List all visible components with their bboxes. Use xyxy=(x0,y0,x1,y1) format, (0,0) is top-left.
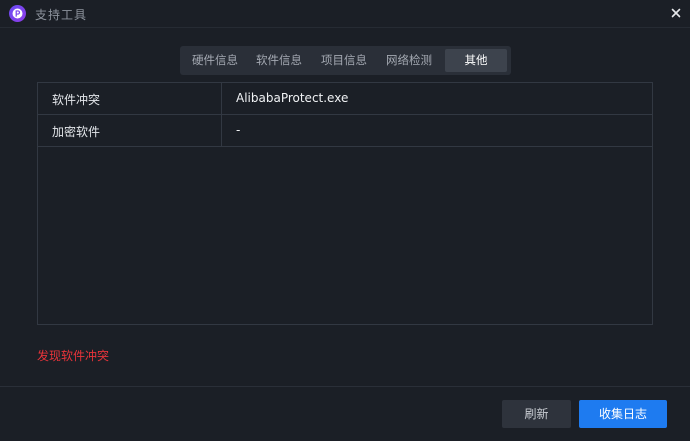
collect-logs-button[interactable]: 收集日志 xyxy=(579,400,667,428)
table-row: 软件冲突 AlibabaProtect.exe xyxy=(38,83,652,115)
tab-project-info[interactable]: 项目信息 xyxy=(313,49,375,72)
close-icon[interactable] xyxy=(668,5,684,21)
row-value: AlibabaProtect.exe xyxy=(236,91,349,105)
footer-divider xyxy=(0,386,690,387)
table-row: 加密软件 - xyxy=(38,115,652,147)
window-title: 支持工具 xyxy=(35,8,88,22)
tab-software-info[interactable]: 软件信息 xyxy=(248,49,310,72)
tab-network-check[interactable]: 网络检测 xyxy=(378,49,440,72)
tab-hardware-info[interactable]: 硬件信息 xyxy=(184,49,246,72)
tab-bar: 硬件信息 软件信息 项目信息 网络检测 其他 xyxy=(180,46,511,75)
refresh-button[interactable]: 刷新 xyxy=(502,400,571,428)
title-bar: 支持工具 xyxy=(0,0,690,28)
status-message: 发现软件冲突 xyxy=(37,349,110,363)
row-value: - xyxy=(236,123,241,137)
row-key: 加密软件 xyxy=(52,125,101,139)
column-divider xyxy=(221,115,222,147)
info-table: 软件冲突 AlibabaProtect.exe 加密软件 - xyxy=(37,82,653,325)
row-key: 软件冲突 xyxy=(52,93,101,107)
column-divider xyxy=(221,83,222,115)
tab-other[interactable]: 其他 xyxy=(445,49,507,72)
app-logo-icon xyxy=(9,5,26,22)
